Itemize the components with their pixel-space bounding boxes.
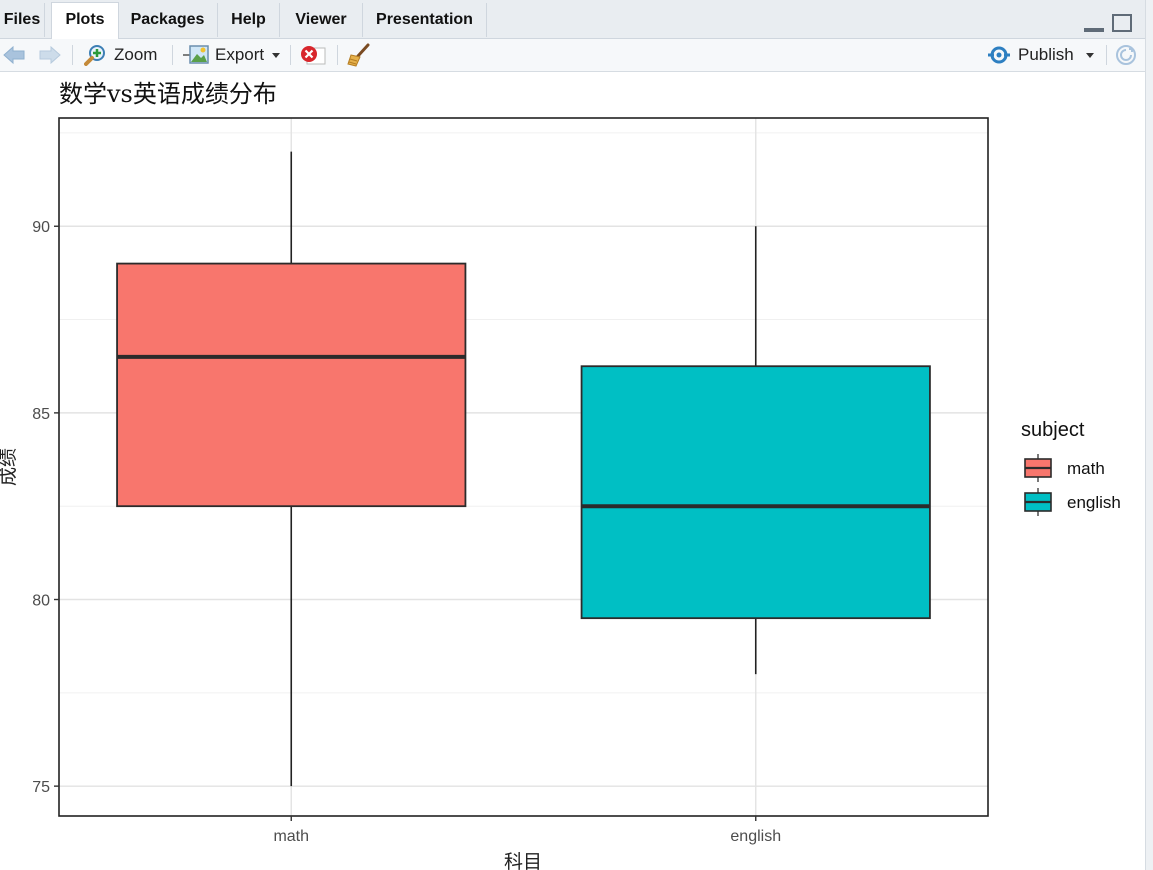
y-tick-label: 75 — [32, 779, 50, 796]
y-axis-label: 成绩 — [0, 448, 19, 486]
publish-button[interactable]: Publish — [986, 39, 1094, 71]
box-math — [116, 262, 467, 508]
remove-plot-button[interactable] — [299, 39, 327, 71]
plots-toolbar: Zoom Export Publish — [0, 39, 1145, 72]
clear-all-plots-button[interactable] — [346, 39, 372, 71]
x-axis: math english — [273, 816, 781, 845]
minimize-pane-icon[interactable] — [1084, 20, 1104, 32]
x-tick-label: math — [273, 828, 309, 845]
y-tick-label: 90 — [32, 219, 50, 236]
legend-item-english: english — [1024, 488, 1121, 516]
forward-arrow-icon[interactable] — [38, 39, 62, 71]
tab-help[interactable]: Help — [218, 3, 280, 37]
y-tick-label: 85 — [32, 406, 50, 423]
box-english — [580, 365, 931, 620]
legend-label: english — [1067, 493, 1121, 512]
x-tick-label: english — [730, 828, 781, 845]
tab-files[interactable]: Files — [0, 3, 45, 37]
maximize-pane-icon[interactable] — [1112, 14, 1132, 32]
x-axis-label: 科目 — [504, 851, 542, 870]
legend-label: math — [1067, 459, 1105, 478]
export-dropdown-icon — [272, 52, 281, 58]
tab-packages[interactable]: Packages — [118, 3, 218, 37]
legend-item-math: math — [1024, 454, 1105, 482]
refresh-icon[interactable] — [1114, 39, 1138, 71]
tab-plots[interactable]: Plots — [51, 2, 119, 39]
pane-scroll-gutter — [1145, 0, 1153, 870]
zoom-label: Zoom — [114, 45, 158, 64]
export-button[interactable]: Export — [183, 39, 281, 71]
legend: subject math english — [1021, 419, 1121, 516]
broom-icon — [346, 43, 372, 67]
pane-tab-bar: Files Plots Packages Help Viewer Present… — [0, 0, 1145, 39]
remove-plot-icon — [299, 44, 327, 66]
zoom-button[interactable]: Zoom — [84, 39, 157, 71]
tab-viewer[interactable]: Viewer — [280, 3, 363, 37]
legend-title: subject — [1021, 419, 1085, 441]
publish-label: Publish — [1018, 45, 1074, 64]
publish-icon — [986, 44, 1012, 66]
tab-presentation[interactable]: Presentation — [363, 3, 487, 37]
box-layer — [116, 151, 931, 787]
chart-title: 数学vs英语成绩分布 — [59, 80, 277, 108]
export-image-icon — [183, 44, 209, 66]
y-axis: 75 80 85 90 — [32, 219, 59, 796]
publish-dropdown-icon — [1085, 52, 1094, 58]
zoom-icon — [84, 44, 106, 66]
boxplot-chart: 数学vs英语成绩分布 75 80 85 90 math english 成绩 科目 su… — [0, 80, 1121, 870]
y-tick-label: 80 — [32, 593, 50, 610]
back-arrow-icon[interactable] — [2, 39, 26, 71]
export-label: Export — [215, 45, 265, 64]
